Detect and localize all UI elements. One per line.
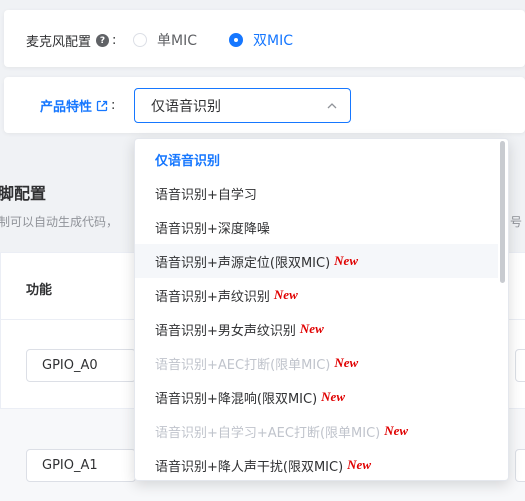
column-header-function: 功能 (26, 283, 53, 298)
new-badge: New (347, 457, 372, 472)
dropdown-option-list: 仅语音识别 语音识别+自学习 语音识别+深度降噪 语音识别+声源定位(限双MIC… (135, 142, 498, 480)
dropdown-option-hover[interactable]: 语音识别+声源定位(限双MIC) New (135, 244, 498, 278)
radio-single-mic[interactable]: 单MIC (133, 30, 197, 50)
product-feature-card: 产品特性 : 仅语音识别 (4, 77, 525, 133)
pin-config-description: 制可以自动生成代码， (0, 215, 119, 229)
dropdown-option[interactable]: 语音识别+男女声纹识别 New (135, 312, 498, 346)
dropdown-option[interactable]: 语音识别+降混响(限双MIC) New (135, 380, 498, 414)
option-label[interactable]: 语音识别+声纹识别 (155, 286, 270, 305)
product-feature-label-text[interactable]: 产品特性 (40, 96, 92, 115)
pin-config-description-tail: 号 (510, 215, 523, 229)
product-feature-label[interactable]: 产品特性 : (40, 96, 115, 115)
option-label[interactable]: 语音识别+男女声纹识别 (155, 320, 296, 339)
new-badge: New (321, 389, 346, 404)
option-label[interactable]: 仅语音识别 (155, 150, 220, 169)
new-badge: New (334, 355, 359, 370)
mic-config-label-text: 麦克风配置 (26, 35, 92, 50)
gpio-select-a1[interactable]: GPIO_A1 (26, 449, 136, 482)
product-feature-select[interactable]: 仅语音识别 (134, 88, 351, 123)
new-badge: New (273, 287, 298, 302)
dropdown-scrollbar-thumb[interactable] (500, 141, 505, 283)
gpio-select-a0[interactable]: GPIO_A0 (26, 349, 136, 382)
external-link-icon[interactable] (96, 100, 108, 112)
option-label[interactable]: 语音识别+自学习 (155, 184, 257, 203)
option-label: 语音识别+AEC打断(限单MIC) (155, 357, 331, 373)
option-label[interactable]: 语音识别+降混响(限双MIC) (155, 388, 317, 407)
dropdown-option[interactable]: 语音识别+降人声干扰(限双MIC) New (135, 448, 498, 480)
question-circle-icon[interactable]: ? (96, 34, 110, 47)
radio-circle-icon[interactable] (133, 33, 147, 47)
mic-config-label: 麦克风配置 ? : (26, 31, 116, 50)
gpio-select-a1-value[interactable]: GPIO_A1 (42, 458, 98, 473)
product-feature-dropdown: 仅语音识别 语音识别+自学习 语音识别+深度降噪 语音识别+声源定位(限双MIC… (134, 138, 509, 481)
dropdown-option-disabled: 语音识别+自学习+AEC打断(限单MIC) New (135, 414, 498, 448)
table-select[interactable] (515, 349, 525, 382)
pin-config-title: 脚配置 (0, 184, 47, 203)
table-select[interactable] (515, 449, 525, 482)
option-label[interactable]: 语音识别+降人声干扰(限双MIC) (155, 456, 343, 475)
radio-dual-mic[interactable]: 双MIC (229, 30, 293, 50)
new-badge: New (299, 321, 324, 336)
product-feature-colon: : (111, 98, 116, 113)
gpio-select-a0-value[interactable]: GPIO_A0 (42, 358, 98, 373)
product-feature-select-value[interactable]: 仅语音识别 (151, 96, 221, 116)
new-badge: New (334, 253, 359, 268)
mic-config-card: 麦克风配置 ? : 单MIC 双MIC (4, 10, 525, 67)
mic-config-colon: : (112, 33, 117, 48)
option-label[interactable]: 语音识别+深度降噪 (155, 218, 270, 237)
dropdown-option-disabled: 语音识别+AEC打断(限单MIC) New (135, 346, 498, 380)
radio-single-mic-label[interactable]: 单MIC (157, 30, 197, 50)
option-label: 语音识别+自学习+AEC打断(限单MIC) (155, 425, 381, 441)
dropdown-option[interactable]: 语音识别+深度降噪 (135, 210, 498, 244)
option-label[interactable]: 语音识别+声源定位(限双MIC) (155, 252, 330, 271)
chevron-up-icon[interactable] (326, 100, 338, 112)
dropdown-option-selected[interactable]: 仅语音识别 (135, 142, 498, 176)
dropdown-option[interactable]: 语音识别+自学习 (135, 176, 498, 210)
new-badge: New (384, 423, 409, 438)
radio-checked-icon[interactable] (229, 33, 243, 47)
dropdown-option[interactable]: 语音识别+声纹识别 New (135, 278, 498, 312)
radio-dual-mic-label[interactable]: 双MIC (253, 30, 293, 50)
